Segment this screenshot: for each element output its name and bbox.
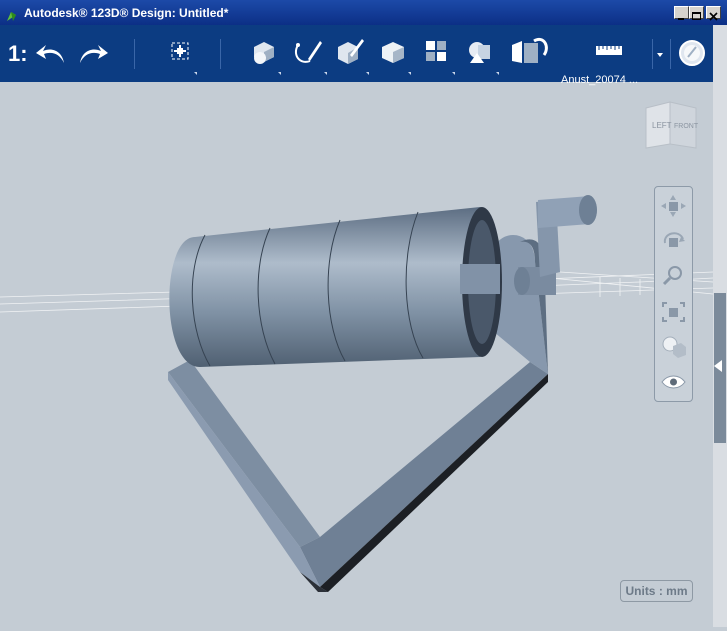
redo-icon bbox=[80, 45, 108, 63]
zoom-button[interactable] bbox=[659, 263, 688, 289]
maximize-button[interactable] bbox=[689, 6, 704, 20]
window-title: Autodesk® 123D® Design: Untitled* bbox=[24, 6, 229, 20]
pan-icon bbox=[661, 195, 686, 217]
navigation-bar bbox=[654, 186, 693, 402]
chevron-down-icon bbox=[657, 53, 663, 57]
measure-icon bbox=[596, 46, 622, 55]
fit-button[interactable] bbox=[659, 299, 688, 325]
title-bar: Autodesk® 123D® Design: Untitled* bbox=[0, 0, 727, 25]
material-icon bbox=[662, 336, 686, 358]
toolbar-separator bbox=[670, 39, 671, 69]
sketch-button[interactable] bbox=[290, 25, 327, 82]
toolbar-separator bbox=[220, 39, 221, 69]
grouping-icon bbox=[469, 42, 490, 63]
undo-button[interactable] bbox=[34, 25, 68, 82]
material-button[interactable] bbox=[659, 333, 688, 359]
combine-icon bbox=[512, 38, 548, 63]
visibility-icon bbox=[661, 375, 686, 389]
app-logo-icon bbox=[6, 7, 17, 21]
toolbar-separator bbox=[134, 39, 135, 69]
3d-viewport[interactable]: LEFT FRONT bbox=[0, 82, 714, 627]
frame-v-support bbox=[168, 360, 548, 592]
primitives-icon bbox=[254, 42, 274, 64]
help-icon bbox=[679, 40, 705, 66]
construct-button[interactable] bbox=[334, 25, 369, 82]
transform-button[interactable] bbox=[166, 25, 197, 82]
view-cube[interactable]: LEFT FRONT bbox=[640, 98, 700, 157]
undo-icon bbox=[36, 45, 64, 63]
help-button[interactable] bbox=[678, 25, 708, 82]
viewcube-left-face[interactable]: LEFT bbox=[652, 121, 672, 130]
transform-icon bbox=[171, 42, 189, 60]
vertical-scrollbar[interactable] bbox=[713, 25, 727, 627]
account-dropdown-button[interactable] bbox=[655, 25, 665, 82]
units-indicator[interactable]: Units : mm bbox=[620, 580, 693, 602]
sketch-icon bbox=[294, 41, 322, 63]
app-menu-button[interactable]: 1: bbox=[8, 41, 28, 67]
side-panel-arrow-icon[interactable] bbox=[714, 360, 722, 372]
fit-icon bbox=[662, 302, 685, 322]
roller-cylinder bbox=[169, 207, 502, 367]
main-toolbar: 1: Anust_20074 ... bbox=[0, 25, 713, 86]
primitives-button[interactable] bbox=[248, 25, 281, 82]
modify-icon bbox=[382, 42, 404, 63]
model-canvas bbox=[0, 195, 714, 592]
pattern-icon bbox=[426, 41, 446, 61]
orbit-icon bbox=[663, 232, 685, 247]
redo-button[interactable] bbox=[76, 25, 110, 82]
viewcube-front-face[interactable]: FRONT bbox=[674, 123, 699, 130]
grouping-button[interactable] bbox=[464, 25, 499, 82]
close-button[interactable] bbox=[706, 6, 721, 21]
zoom-icon bbox=[662, 266, 682, 286]
minimize-button[interactable] bbox=[674, 6, 689, 20]
visibility-button[interactable] bbox=[659, 369, 688, 395]
modify-button[interactable] bbox=[378, 25, 411, 82]
toolbar-separator bbox=[652, 39, 653, 69]
construct-icon bbox=[338, 39, 364, 64]
pattern-button[interactable] bbox=[422, 25, 455, 82]
pan-button[interactable] bbox=[659, 193, 688, 219]
orbit-button[interactable] bbox=[659, 227, 688, 253]
combine-button[interactable] bbox=[510, 25, 550, 82]
measure-button[interactable] bbox=[594, 25, 624, 82]
